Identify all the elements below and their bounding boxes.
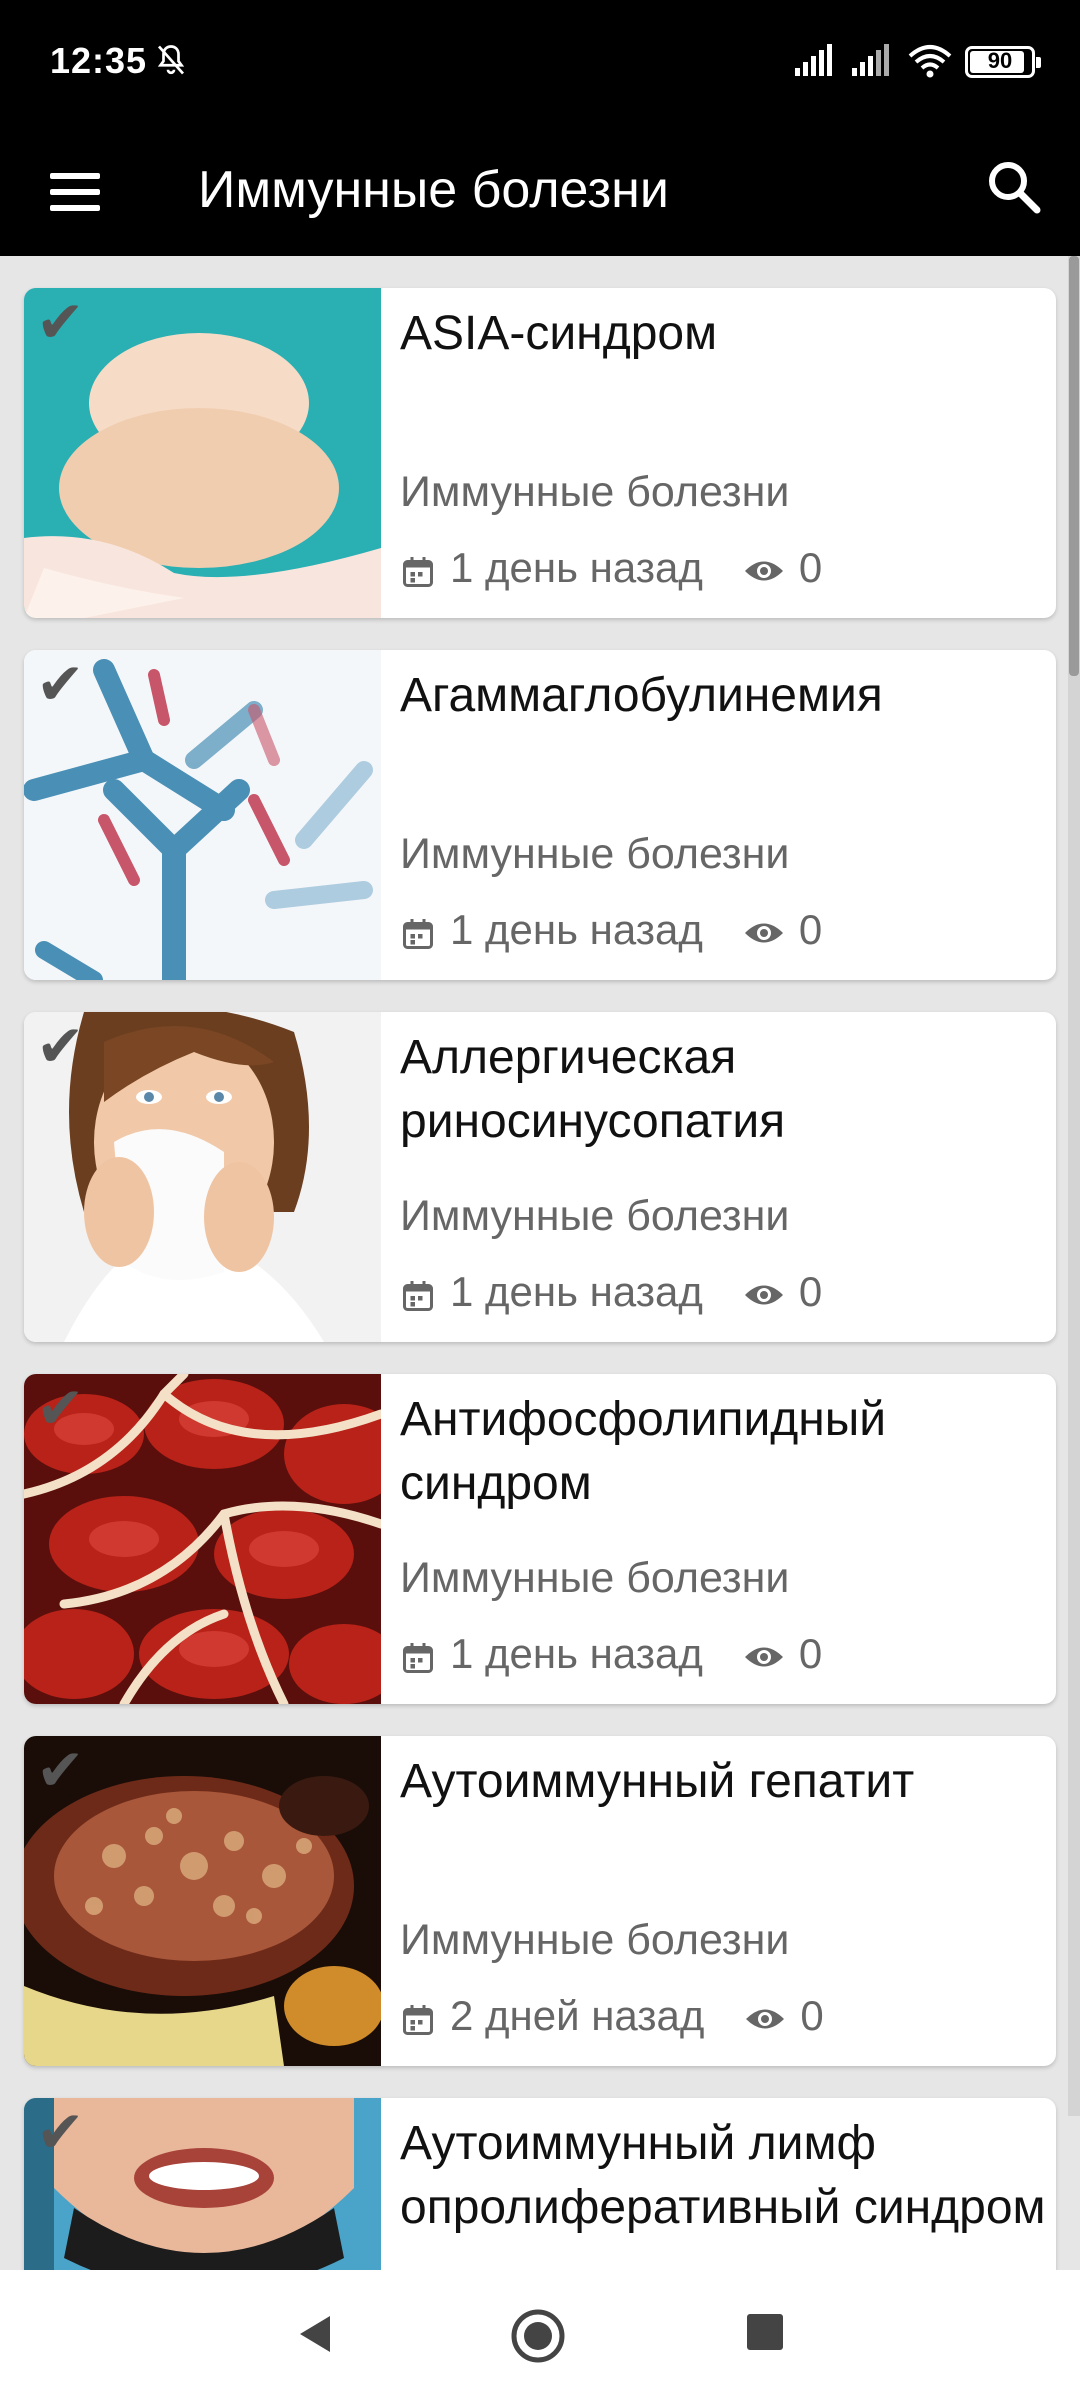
navigation-bar [0, 2270, 1080, 2400]
eye-icon [746, 2009, 785, 2029]
article-body: Агаммаглобулинемия Иммунные болезни 1 де… [400, 650, 1046, 980]
calendar-icon [403, 1281, 433, 1311]
signal-icon [852, 44, 889, 76]
article-card[interactable]: ✔ Антифосфолипидный синдром Иммунные бол… [24, 1374, 1056, 1704]
article-date: 1 день назад [450, 1630, 703, 1677]
article-title: Антифосфолипидный синдром [400, 1393, 887, 1510]
article-meta: 1 день назад 0 [400, 1626, 822, 1682]
page-title: Иммунные болезни [198, 161, 669, 219]
read-check-icon: ✔ [36, 1376, 85, 1441]
article-date: 1 день назад [450, 906, 703, 953]
article-thumbnail: ✔ [24, 288, 381, 618]
calendar-icon [403, 557, 433, 587]
article-title: Аутоиммунный гепатит [400, 1755, 915, 1808]
eye-icon [744, 1647, 783, 1667]
eye-icon [744, 1285, 783, 1305]
article-thumbnail: ✔ [24, 1012, 381, 1342]
status-time: 12:35 [50, 40, 148, 81]
read-check-icon: ✔ [36, 1014, 85, 1079]
article-card[interactable]: ✔ Аутоиммунный гепатит Иммунные болезни … [24, 1736, 1056, 2066]
article-thumbnail: ✔ [24, 1736, 381, 2066]
article-views: 0 [798, 1268, 823, 1315]
search-icon[interactable] [975, 148, 1055, 228]
recent-apps-icon[interactable] [747, 2314, 783, 2350]
eye-icon [744, 923, 783, 943]
article-date: 1 день назад [450, 544, 703, 591]
article-category: Иммунные болезни [400, 468, 790, 516]
article-body: ASIA-синдром Иммунные болезни 1 день наз… [400, 288, 1046, 618]
calendar-icon [403, 2005, 433, 2035]
article-title: Аллергическая риносинусопатия [400, 1031, 786, 1148]
article-title: Аутоиммунный лимф опролиферативный синдр… [400, 2117, 1046, 2234]
article-card[interactable]: ✔ Агаммаглобулинемия Иммунные болезни 1 … [24, 650, 1056, 980]
eye-icon [744, 561, 783, 581]
article-date: 2 дней назад [450, 1992, 705, 2039]
calendar-icon [403, 919, 433, 949]
scrollbar[interactable] [1068, 256, 1080, 2116]
read-check-icon: ✔ [36, 2100, 85, 2165]
calendar-icon [403, 1643, 433, 1673]
article-thumbnail: ✔ [24, 650, 381, 980]
article-meta: 1 день назад 0 [400, 902, 822, 958]
article-views: 0 [798, 1630, 823, 1677]
article-views: 0 [798, 906, 823, 953]
read-check-icon: ✔ [36, 1738, 85, 1803]
back-icon[interactable] [290, 2308, 342, 2360]
hamburger-menu-icon[interactable] [36, 156, 116, 228]
read-check-icon: ✔ [36, 652, 85, 717]
article-list: ✔ ASIA-синдром Иммунные болезни 1 день н… [24, 288, 1056, 2400]
wifi-icon [908, 45, 952, 78]
article-views: 0 [798, 544, 823, 591]
article-body: Антифосфолипидный синдром Иммунные болез… [400, 1374, 1046, 1704]
signal-icon [795, 44, 832, 76]
home-icon[interactable] [510, 2308, 566, 2364]
article-date: 1 день назад [450, 1268, 703, 1315]
article-thumbnail: ✔ [24, 1374, 381, 1704]
article-title: ASIA-синдром [400, 307, 718, 360]
article-meta: 2 дней назад 0 [400, 1988, 824, 2044]
battery-icon: 90 [965, 46, 1041, 78]
article-category: Иммунные болезни [400, 1916, 790, 1964]
article-meta: 1 день назад 0 [400, 540, 822, 596]
app-bar: Иммунные болезни [0, 128, 1080, 256]
article-category: Иммунные болезни [400, 1192, 790, 1240]
scrollbar-thumb[interactable] [1069, 256, 1079, 676]
article-meta: 1 день назад 0 [400, 1264, 822, 1320]
article-category: Иммунные болезни [400, 830, 790, 878]
article-card[interactable]: ✔ ASIA-синдром Иммунные болезни 1 день н… [24, 288, 1056, 618]
article-views: 0 [800, 1992, 824, 2039]
article-body: Аутоиммунный гепатит Иммунные болезни 2 … [400, 1736, 1046, 2066]
mute-icon [157, 45, 185, 75]
article-card[interactable]: ✔ Аллергическая риносинусопатия Иммунные… [24, 1012, 1056, 1342]
article-body: Аллергическая риносинусопатия Иммунные б… [400, 1012, 1046, 1342]
battery-text: 90 [987, 48, 1013, 73]
read-check-icon: ✔ [36, 290, 85, 355]
article-category: Иммунные болезни [400, 1554, 790, 1602]
status-bar: 12:35 90 [0, 0, 1080, 128]
article-title: Агаммаглобулинемия [400, 669, 883, 722]
